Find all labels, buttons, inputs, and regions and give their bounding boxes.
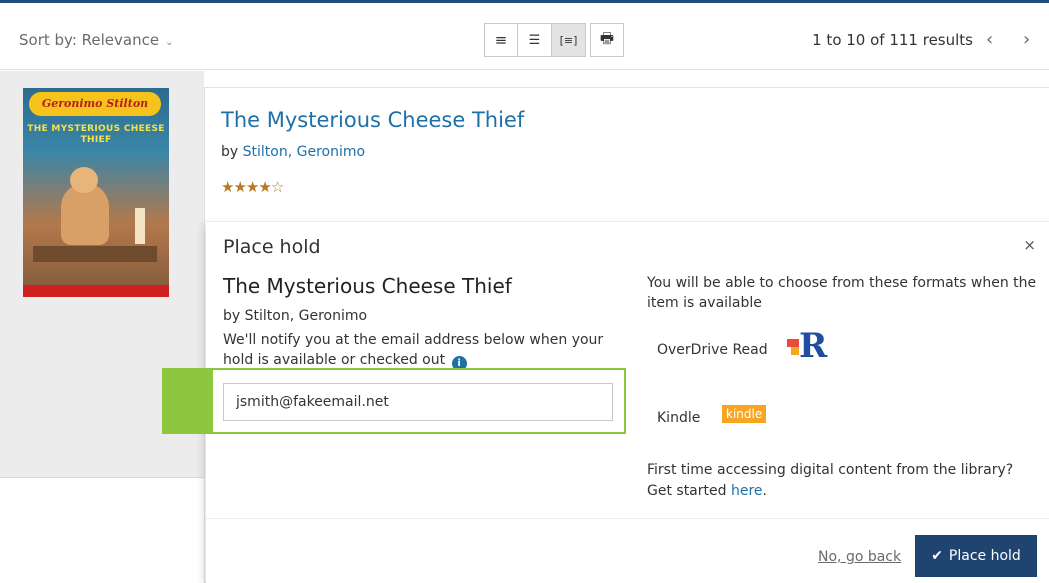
hold-book-title: The Mysterious Cheese Thief — [223, 274, 512, 298]
hold-note-text: We'll notify you at the email address be… — [223, 332, 604, 368]
star-filled-icon: ★ — [245, 178, 259, 196]
hold-notification-note: We'll notify you at the email address be… — [223, 330, 623, 371]
detail-view-icon: ☰ — [528, 32, 541, 48]
next-page-button[interactable]: › — [1023, 29, 1030, 50]
place-hold-button[interactable]: ✔ Place hold — [915, 535, 1037, 577]
results-count: 1 to 10 of 111 results — [812, 31, 973, 49]
byline-prefix: by — [221, 144, 243, 160]
chevron-down-icon: ⌄ — [165, 37, 174, 48]
cover-mouse-illustration — [61, 167, 109, 245]
results-toolbar: Sort by: Relevance ⌄ ≡ ☰ [≡] 🖶 1 to 10 of… — [0, 3, 1049, 70]
chevron-right-icon: › — [1023, 29, 1031, 50]
list-view-icon: ≡ — [494, 31, 508, 49]
kindle-icon: kindle — [722, 405, 767, 423]
get-started-link[interactable]: here — [731, 483, 763, 499]
star-empty-icon: ☆ — [270, 178, 284, 196]
list-view-button[interactable]: ≡ — [484, 23, 518, 57]
view-mode-group: ≡ ☰ [≡] 🖶 — [484, 23, 624, 57]
format-overdrive-read: OverDrive Read — [657, 342, 768, 358]
print-button[interactable]: 🖶 — [590, 23, 624, 57]
print-icon: 🖶 — [599, 28, 615, 47]
result-card: The Mysterious Cheese Thief by Stilton, … — [204, 87, 1049, 583]
book-cover-image[interactable]: Geronimo Stilton THE MYSTERIOUS CHEESE T… — [23, 88, 169, 297]
cover-brand: Geronimo Stilton — [29, 92, 161, 116]
hold-panel-heading: Place hold — [223, 236, 321, 258]
email-field[interactable] — [223, 383, 613, 421]
chevron-left-icon: ‹ — [986, 29, 994, 50]
book-title-link[interactable]: The Mysterious Cheese Thief — [221, 108, 524, 132]
sort-dropdown[interactable]: Sort by: Relevance ⌄ — [19, 31, 173, 49]
author-link[interactable]: Stilton, Geronimo — [243, 144, 365, 160]
summary-view-button[interactable]: [≡] — [552, 23, 586, 57]
star-filled-icon: ★ — [258, 178, 271, 196]
sort-label: Sort by: Relevance — [19, 31, 160, 49]
hold-byline: by Stilton, Geronimo — [223, 308, 368, 324]
cover-table — [33, 246, 157, 262]
place-hold-button-label: Place hold — [948, 548, 1021, 564]
star-filled-icon: ★ — [221, 178, 234, 196]
digital-help-text: First time accessing digital content fro… — [647, 460, 1042, 502]
footer-divider — [206, 518, 1049, 519]
cover-candle — [135, 208, 145, 244]
cover-publisher-banner — [23, 285, 169, 297]
email-field-highlight — [211, 368, 626, 434]
focus-highlight-bar — [162, 368, 211, 434]
digital-help-suffix: . — [762, 483, 767, 499]
previous-page-button[interactable]: ‹ — [986, 29, 993, 50]
star-filled-icon: ★ — [233, 178, 246, 196]
star-rating: ★★★★☆ — [221, 178, 284, 196]
formats-intro: You will be able to choose from these fo… — [647, 275, 1037, 311]
format-kindle: Kindle — [657, 410, 701, 426]
check-icon: ✔ — [931, 548, 943, 564]
overdrive-read-icon: R — [787, 329, 833, 367]
cover-title: THE MYSTERIOUS CHEESE THIEF — [27, 124, 165, 145]
detail-view-button[interactable]: ☰ — [518, 23, 552, 57]
digital-help-prefix: First time accessing digital content fro… — [647, 462, 1014, 499]
close-icon[interactable]: × — [1023, 236, 1036, 254]
book-byline: by Stilton, Geronimo — [221, 144, 365, 160]
summary-view-icon: [≡] — [559, 33, 578, 47]
go-back-link[interactable]: No, go back — [818, 549, 901, 565]
